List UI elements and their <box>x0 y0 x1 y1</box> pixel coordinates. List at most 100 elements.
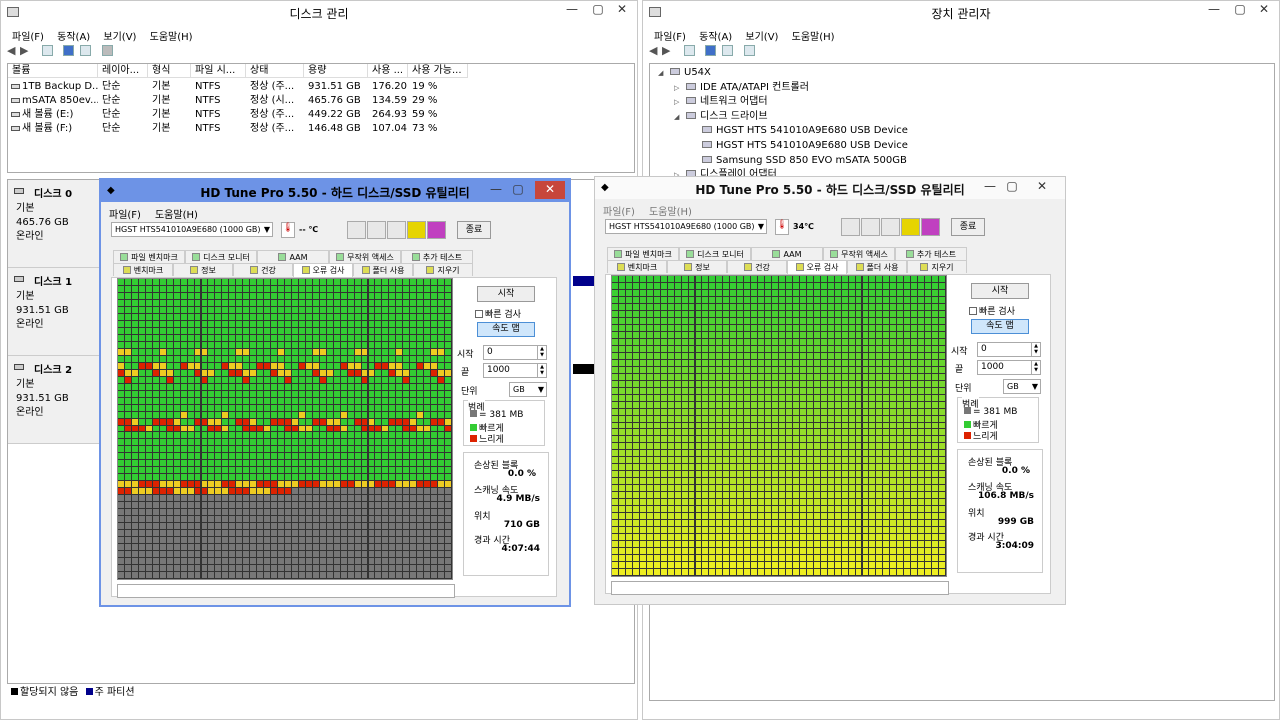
tree-item[interactable]: HGST HTS 541010A9E680 USB Device <box>690 124 908 139</box>
forward-icon[interactable]: ▶ <box>662 44 670 57</box>
col-layout[interactable]: 레이아... <box>98 64 148 78</box>
tree-item[interactable]: ◢ U54X <box>658 66 711 81</box>
tab-random-access[interactable]: 무작위 액세스 <box>329 250 401 263</box>
maximize-button[interactable]: ▢ <box>585 1 611 19</box>
tab-file-benchmark[interactable]: 파일 벤치마크 <box>113 250 185 263</box>
minimize-button[interactable]: — <box>559 1 585 19</box>
volume-name[interactable]: mSATA 850ev... <box>22 94 98 108</box>
back-icon[interactable]: ◀ <box>649 44 657 57</box>
tab-erase[interactable]: 지우기 <box>413 263 473 276</box>
tab-disk-monitor[interactable]: 디스크 모니터 <box>679 247 751 260</box>
disk-0-panel[interactable]: 디스크 0 기본 465.76 GB 온라인 <box>8 180 102 268</box>
tab-erase[interactable]: 지우기 <box>907 260 967 273</box>
spinner-icon[interactable]: ▲ ▼ <box>537 346 546 359</box>
tree-item[interactable]: ▷ 네트워크 어댑터 <box>674 95 768 110</box>
disk-icon[interactable] <box>102 45 113 56</box>
col-volume[interactable]: 볼륨 <box>8 64 98 78</box>
options-icon[interactable] <box>407 221 426 239</box>
maximize-button[interactable]: ▢ <box>999 178 1025 196</box>
disk-1-panel[interactable]: 디스크 1 기본 931.51 GB 온라인 <box>8 268 102 356</box>
maximize-button[interactable]: ▢ <box>505 181 531 199</box>
spinner-icon[interactable]: ▲ ▼ <box>1031 361 1040 374</box>
save-icon[interactable] <box>427 221 446 239</box>
exit-button[interactable]: 종료 <box>951 218 985 236</box>
col-status[interactable]: 상태 <box>246 64 304 78</box>
start-field[interactable]: 0 ▲ ▼ <box>977 342 1041 357</box>
unit-select[interactable]: GB ▼ <box>1003 379 1041 394</box>
tab-disk-monitor[interactable]: 디스크 모니터 <box>185 250 257 263</box>
close-button[interactable]: ✕ <box>609 1 635 19</box>
forward-icon[interactable]: ▶ <box>20 44 28 57</box>
expand-icon[interactable]: ◢ <box>658 66 668 81</box>
tab-file-benchmark[interactable]: 파일 벤치마크 <box>607 247 679 260</box>
partition-bar[interactable] <box>573 276 595 286</box>
col-type[interactable]: 형식 <box>148 64 191 78</box>
tab-error-scan[interactable]: 오류 검사 <box>293 263 353 277</box>
tab-health[interactable]: 건강 <box>727 260 787 273</box>
quick-scan-checkbox[interactable]: 빠른 검사 <box>475 307 521 320</box>
scan-icon[interactable] <box>744 45 755 56</box>
tab-extra-tests[interactable]: 추가 테스트 <box>401 250 473 263</box>
properties-icon[interactable] <box>684 45 695 56</box>
disk-2-panel[interactable]: 디스크 2 기본 931.51 GB 온라인 <box>8 356 102 444</box>
tab-benchmark[interactable]: 벤치마크 <box>113 263 173 276</box>
spinner-icon[interactable]: ▲ ▼ <box>1031 343 1040 356</box>
start-button[interactable]: 시작 <box>477 286 535 302</box>
col-capacity[interactable]: 용량 <box>304 64 368 78</box>
close-button[interactable]: ✕ <box>1027 178 1057 196</box>
copy-all-icon[interactable] <box>367 221 386 239</box>
drive-select[interactable]: HGST HTS541010A9E680 (1000 GB) ▼ <box>605 219 767 234</box>
camera-icon[interactable] <box>881 218 900 236</box>
speed-map-button[interactable]: 속도 맵 <box>477 322 535 337</box>
unit-select[interactable]: GB ▼ <box>509 382 547 397</box>
col-fs[interactable]: 파일 시... <box>191 64 246 78</box>
volume-name[interactable]: 새 볼륨 (F:) <box>22 122 98 136</box>
tree-item[interactable]: Samsung SSD 850 EVO mSATA 500GB <box>690 154 907 169</box>
menu-file[interactable]: 파일(F) <box>603 207 635 218</box>
tab-aam[interactable]: AAM <box>257 250 329 263</box>
help-icon[interactable] <box>705 45 716 56</box>
copy-all-icon[interactable] <box>861 218 880 236</box>
tree-item[interactable]: ◢ 디스크 드라이브 <box>674 110 768 125</box>
camera-icon[interactable] <box>387 221 406 239</box>
tree-item[interactable]: HGST HTS 541010A9E680 USB Device <box>690 139 908 154</box>
end-field[interactable]: 1000 ▲ ▼ <box>483 363 547 378</box>
back-icon[interactable]: ◀ <box>7 44 15 57</box>
drive-select[interactable]: HGST HTS541010A9E680 (1000 GB) ▼ <box>111 222 273 237</box>
tab-extra-tests[interactable]: 추가 테스트 <box>895 247 967 260</box>
tab-aam[interactable]: AAM <box>751 247 823 260</box>
speed-map-button[interactable]: 속도 맵 <box>971 319 1029 334</box>
help-icon[interactable] <box>63 45 74 56</box>
view-icon[interactable] <box>80 45 91 56</box>
menu-help[interactable]: 도움말(H) <box>649 207 692 218</box>
menu-help[interactable]: 도움말(H) <box>155 210 198 221</box>
tab-benchmark[interactable]: 벤치마크 <box>607 260 667 273</box>
maximize-button[interactable]: ▢ <box>1227 1 1253 19</box>
col-free[interactable]: 사용 ... <box>368 64 408 78</box>
expand-icon[interactable]: ▷ <box>674 95 684 110</box>
expand-icon[interactable]: ◢ <box>674 110 684 125</box>
tab-health[interactable]: 건강 <box>233 263 293 276</box>
options-icon[interactable] <box>901 218 920 236</box>
volume-name[interactable]: 새 볼륨 (E:) <box>22 108 98 122</box>
tab-folder-usage[interactable]: 폴더 사용 <box>353 263 413 276</box>
expand-icon[interactable]: ▷ <box>674 81 684 96</box>
minimize-button[interactable]: — <box>1201 1 1227 19</box>
menu-file[interactable]: 파일(F) <box>109 210 141 221</box>
partition-bar[interactable] <box>573 364 595 374</box>
exit-button[interactable]: 종료 <box>457 221 491 239</box>
end-field[interactable]: 1000 ▲ ▼ <box>977 360 1041 375</box>
close-button[interactable]: ✕ <box>535 181 565 199</box>
tree-item[interactable]: ▷ IDE ATA/ATAPI 컨트롤러 <box>674 81 809 96</box>
copy-icon[interactable] <box>347 221 366 239</box>
close-button[interactable]: ✕ <box>1251 1 1277 19</box>
tab-info[interactable]: 정보 <box>667 260 727 273</box>
copy-icon[interactable] <box>841 218 860 236</box>
tab-random-access[interactable]: 무작위 액세스 <box>823 247 895 260</box>
tab-error-scan[interactable]: 오류 검사 <box>787 260 847 274</box>
tab-info[interactable]: 정보 <box>173 263 233 276</box>
tab-folder-usage[interactable]: 폴더 사용 <box>847 260 907 273</box>
start-field[interactable]: 0 ▲ ▼ <box>483 345 547 360</box>
start-button[interactable]: 시작 <box>971 283 1029 299</box>
col-pct-free[interactable]: 사용 가능... <box>408 64 468 78</box>
